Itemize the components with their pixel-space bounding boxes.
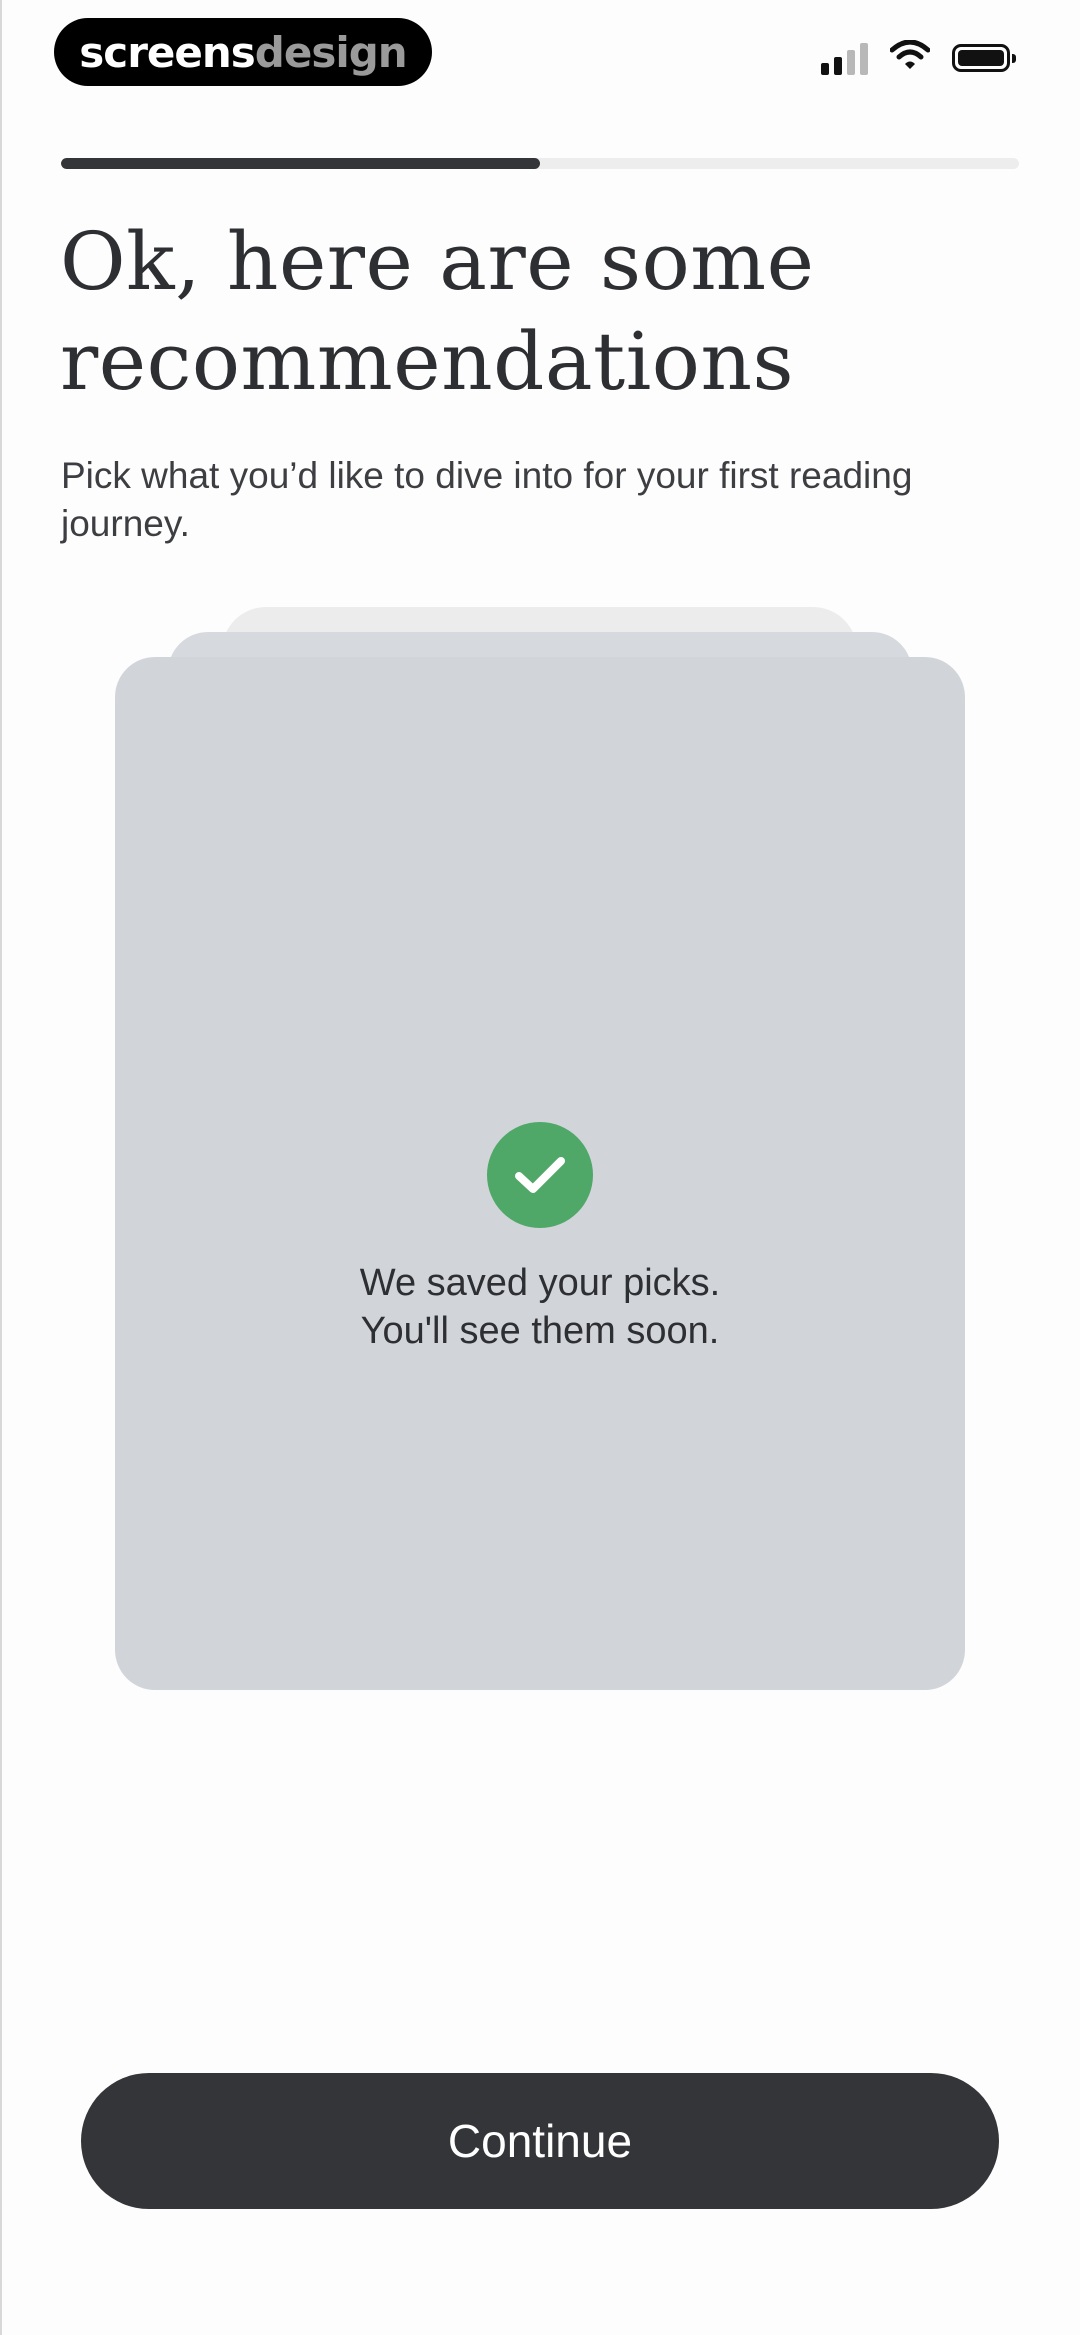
page-title: Ok, here are some recommendations — [60, 215, 815, 408]
screen-edge — [0, 0, 2, 2335]
battery-icon — [952, 43, 1016, 72]
continue-button[interactable]: Continue — [81, 2073, 999, 2209]
onboarding-screen: screens design Ok, here are some recommen… — [0, 0, 1080, 2335]
cellular-signal-icon — [821, 41, 868, 75]
saved-picks-card: We saved your picks. You'll see them soo… — [115, 657, 965, 1690]
page-subtitle: Pick what you’d like to dive into for yo… — [61, 455, 913, 544]
progress-fill — [61, 158, 540, 169]
brand-logo-part2: design — [254, 27, 408, 77]
brand-logo-part1: screens — [79, 27, 255, 77]
status-icons — [821, 39, 1016, 75]
check-circle-icon — [487, 1122, 593, 1228]
onboarding-progress-bar — [61, 158, 1019, 169]
saved-message-line1: We saved your picks. — [359, 1262, 721, 1304]
saved-message-line2: You'll see them soon. — [360, 1310, 720, 1352]
wifi-icon — [889, 39, 931, 75]
saved-message: We saved your picks. You'll see them soo… — [115, 1259, 965, 1355]
brand-logo: screens design — [54, 18, 432, 86]
